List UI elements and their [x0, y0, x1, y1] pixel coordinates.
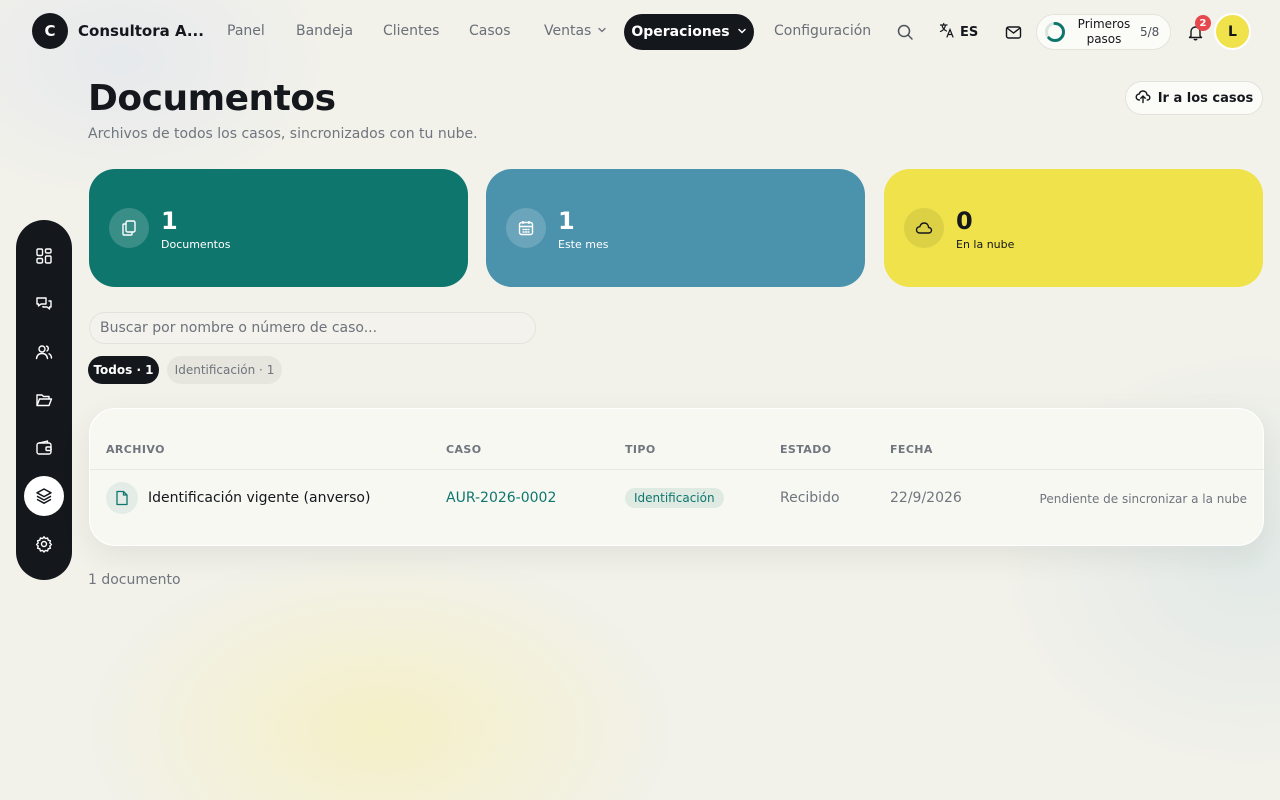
nav-casos[interactable]: Casos	[469, 23, 511, 39]
date-text: 22/9/2026	[890, 490, 962, 506]
nav-operaciones[interactable]: Operaciones	[624, 14, 754, 50]
mail-icon[interactable]	[1002, 21, 1024, 43]
nav-operaciones-label: Operaciones	[631, 24, 730, 40]
brand-logo[interactable]: C	[32, 13, 68, 49]
stat-value: 0	[956, 207, 973, 235]
nav-panel[interactable]: Panel	[227, 23, 265, 39]
stat-card-documents: 1 Documentos	[89, 169, 468, 287]
stat-value: 1	[161, 207, 178, 235]
stat-label: Este mes	[558, 238, 609, 251]
onboarding-count: 5/8	[1140, 25, 1160, 39]
onboarding-label: Primeros pasos	[1077, 17, 1131, 46]
brand-name[interactable]: Consultora A...	[78, 22, 204, 40]
wallet-icon[interactable]	[24, 428, 64, 468]
column-header-archivo[interactable]: ARCHIVO	[106, 443, 165, 456]
stat-label: Documentos	[161, 238, 231, 251]
stat-card-cloud: 0 En la nube	[884, 169, 1263, 287]
stat-label: En la nube	[956, 238, 1015, 251]
chevron-down-icon	[737, 24, 747, 40]
chevron-down-icon	[597, 23, 607, 39]
search-icon[interactable]	[894, 21, 916, 43]
language-label: ES	[960, 24, 979, 40]
file-name[interactable]: Identificación vigente (anverso)	[148, 490, 370, 506]
documents-table: ARCHIVO CASO TIPO ESTADO FECHA Identific…	[89, 408, 1265, 546]
side-rail	[16, 220, 72, 580]
stat-card-this-month: 1 Este mes	[486, 169, 865, 287]
file-icon	[106, 482, 138, 514]
upload-cloud-icon	[1135, 88, 1151, 108]
header-divider	[90, 469, 1265, 470]
status-text: Recibido	[780, 490, 840, 506]
dashboard-icon[interactable]	[24, 236, 64, 276]
nav-bandeja[interactable]: Bandeja	[296, 23, 353, 39]
nav-ventas[interactable]: Ventas	[544, 23, 607, 39]
layers-icon[interactable]	[24, 476, 64, 516]
search-input[interactable]	[89, 312, 536, 344]
calendar-icon	[506, 208, 546, 248]
case-link[interactable]: AUR-2026-0002	[446, 490, 556, 506]
filter-chip-all[interactable]: Todos · 1	[88, 356, 159, 384]
go-to-cases-label: Ir a los casos	[1157, 90, 1254, 106]
notification-badge: 2	[1195, 15, 1211, 31]
column-header-caso[interactable]: CASO	[446, 443, 481, 456]
top-navigation: C Consultora A... Panel Bandeja Clientes…	[0, 0, 1280, 64]
stat-value: 1	[558, 207, 575, 235]
language-switcher[interactable]: ES	[939, 22, 978, 42]
sync-status: Pendiente de sincronizar a la nube	[1039, 492, 1247, 506]
column-header-tipo[interactable]: TIPO	[625, 443, 656, 456]
page-title: Documentos	[88, 78, 336, 119]
column-header-fecha[interactable]: FECHA	[890, 443, 933, 456]
nav-configuracion[interactable]: Configuración	[774, 23, 871, 39]
go-to-cases-button[interactable]: Ir a los casos	[1125, 81, 1263, 115]
translate-icon	[939, 22, 955, 42]
nav-clientes[interactable]: Clientes	[383, 23, 439, 39]
chat-icon[interactable]	[24, 284, 64, 324]
gear-icon[interactable]	[24, 524, 64, 564]
onboarding-progress[interactable]: Primeros pasos 5/8	[1036, 14, 1171, 50]
document-count: 1 documento	[88, 572, 181, 588]
page-subtitle: Archivos de todos los casos, sincronizad…	[88, 126, 478, 142]
nav-ventas-label: Ventas	[544, 23, 592, 39]
users-icon[interactable]	[24, 332, 64, 372]
progress-ring-icon	[1045, 22, 1065, 42]
type-badge: Identificación	[625, 488, 724, 508]
filter-chip-identificacion[interactable]: Identificación · 1	[167, 356, 282, 384]
files-icon	[109, 208, 149, 248]
cloud-icon	[904, 208, 944, 248]
user-avatar[interactable]: L	[1214, 13, 1251, 50]
folder-icon[interactable]	[24, 380, 64, 420]
column-header-estado[interactable]: ESTADO	[780, 443, 831, 456]
